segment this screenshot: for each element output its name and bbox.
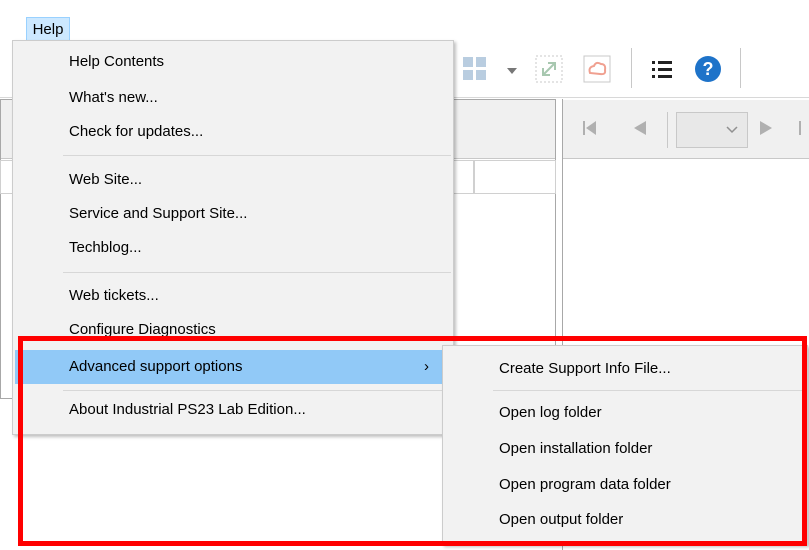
menu-item-label: Open log folder xyxy=(499,404,602,421)
menu-item-about[interactable]: About Industrial PS23 Lab Edition... xyxy=(13,393,453,427)
toolbar-separator xyxy=(631,48,632,88)
menu-item-web-tickets[interactable]: Web tickets... xyxy=(13,279,453,313)
menu-separator xyxy=(63,390,451,391)
menu-item-advanced-support-options[interactable]: Advanced support options › xyxy=(15,350,451,384)
next-page-icon[interactable] xyxy=(756,118,776,138)
menu-item-open-program-data-folder[interactable]: Open program data folder xyxy=(443,468,807,502)
advanced-support-submenu: Create Support Info File... Open log fol… xyxy=(442,345,808,545)
menu-item-label: Web Site... xyxy=(69,171,143,188)
menu-item-label: Open program data folder xyxy=(499,476,671,493)
menu-item-whats-new[interactable]: What's new... xyxy=(13,81,453,115)
menu-item-label: Open output folder xyxy=(499,511,624,528)
menu-item-open-installation-folder[interactable]: Open installation folder xyxy=(443,432,807,466)
expand-icon[interactable] xyxy=(534,54,564,84)
menu-item-open-log-folder[interactable]: Open log folder xyxy=(443,396,807,430)
menu-item-techblog[interactable]: Techblog... xyxy=(13,231,453,265)
menu-item-label: Web tickets... xyxy=(69,287,159,304)
page-select[interactable] xyxy=(676,112,748,148)
menu-item-check-updates[interactable]: Check for updates... xyxy=(13,115,453,149)
last-page-icon[interactable] xyxy=(796,118,809,138)
menu-item-label: Open installation folder xyxy=(499,440,653,457)
menu-item-open-output-folder[interactable]: Open output folder xyxy=(443,503,807,537)
menu-item-label: Create Support Info File... xyxy=(499,360,671,377)
menu-item-label: Advanced support options xyxy=(69,358,243,375)
toolbar-separator xyxy=(667,112,668,148)
menu-item-label: Techblog... xyxy=(69,239,142,256)
help-menu: Help Contents What's new... Check for up… xyxy=(12,40,454,435)
menu-item-label: Configure Diagnostics xyxy=(69,321,216,338)
submenu-arrow-icon: › xyxy=(424,358,429,375)
help-icon[interactable]: ? xyxy=(694,55,722,83)
menu-separator xyxy=(493,390,805,391)
grid-view-icon[interactable] xyxy=(462,56,488,82)
dropdown-arrow-icon[interactable] xyxy=(506,64,518,76)
menu-item-web-site[interactable]: Web Site... xyxy=(13,163,453,197)
menu-separator xyxy=(63,272,451,273)
menu-item-label: Check for updates... xyxy=(69,123,204,140)
menu-item-label: Service and Support Site... xyxy=(69,205,248,222)
toolbar-separator xyxy=(740,48,741,88)
first-page-icon[interactable] xyxy=(580,118,600,138)
menu-item-label: Help Contents xyxy=(69,53,165,70)
list-icon[interactable] xyxy=(650,57,674,81)
menu-item-create-support-info[interactable]: Create Support Info File... xyxy=(443,352,807,386)
menu-item-service-support-site[interactable]: Service and Support Site... xyxy=(13,197,453,231)
menu-separator xyxy=(63,155,451,156)
column-header[interactable] xyxy=(474,160,556,194)
cloud-icon[interactable] xyxy=(582,54,612,84)
menu-item-label: What's new... xyxy=(69,89,158,106)
menu-item-configure-diagnostics[interactable]: Configure Diagnostics xyxy=(13,313,453,347)
previous-page-icon[interactable] xyxy=(630,118,650,138)
chevron-down-icon xyxy=(726,126,738,134)
menu-bar xyxy=(0,0,809,40)
menu-item-label: About Industrial PS23 Lab Edition... xyxy=(69,401,306,418)
svg-text:?: ? xyxy=(703,59,714,79)
menu-item-help-contents[interactable]: Help Contents xyxy=(13,45,453,79)
